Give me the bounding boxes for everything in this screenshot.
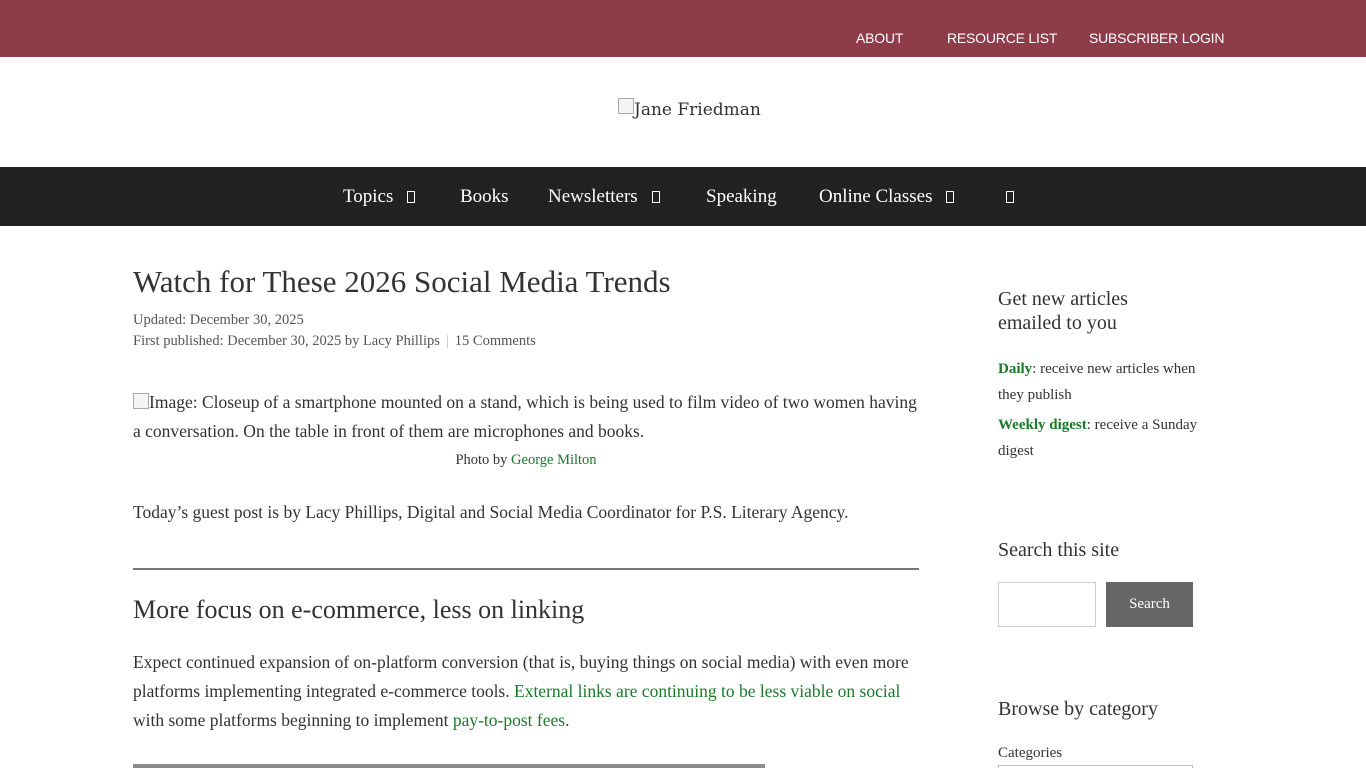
search-input[interactable] xyxy=(998,582,1096,627)
about-link[interactable]: ABOUT xyxy=(856,30,903,46)
article-title: Watch for These 2026 Social Media Trends xyxy=(133,264,671,299)
search-button[interactable]: Search xyxy=(1106,582,1193,627)
image-caption: Photo by George Milton xyxy=(133,452,919,469)
featured-image: Image: Closeup of a smartphone mounted o… xyxy=(133,388,923,446)
categories-label: Categories xyxy=(998,745,1063,761)
newsletter-heading: Get new articles emailed to you xyxy=(998,288,1128,334)
nav-label: Books xyxy=(460,186,509,207)
logo-alt-text: Jane Friedman xyxy=(634,100,761,120)
nav-label: Newsletters xyxy=(548,186,638,207)
browse-heading: Browse by category xyxy=(998,698,1158,720)
dropdown-icon xyxy=(946,191,955,203)
caption-prefix: Photo by xyxy=(455,452,508,468)
resource-list-link[interactable]: RESOURCE LIST xyxy=(947,30,1057,46)
dropdown-icon xyxy=(407,191,416,203)
nav-item-topics[interactable]: Topics xyxy=(343,186,416,208)
main-navigation: Topics Books Newsletters Speaking Online… xyxy=(0,167,1366,226)
nav-label: Topics xyxy=(343,186,394,207)
nav-item-newsletters[interactable]: Newsletters xyxy=(548,186,660,208)
publish-meta: First published: December 30, 2025 by La… xyxy=(133,333,536,350)
comments-link[interactable]: 15 Comments xyxy=(455,333,536,349)
broken-image-icon xyxy=(133,393,149,409)
nav-item-online-classes[interactable]: Online Classes xyxy=(819,186,955,208)
weekly-digest-link[interactable]: Weekly digest xyxy=(998,417,1087,433)
search-icon xyxy=(1006,191,1014,203)
daily-option: Daily: receive new articles when they pu… xyxy=(998,356,1198,408)
broken-image-icon xyxy=(618,98,634,114)
top-utility-bar: ABOUT RESOURCE LIST SUBSCRIBER LOGIN xyxy=(0,0,1366,57)
nav-item-speaking[interactable]: Speaking xyxy=(706,186,777,208)
image-alt-text: Image: Closeup of a smartphone mounted o… xyxy=(133,392,917,441)
site-logo[interactable]: Jane Friedman xyxy=(618,98,761,120)
paragraph-text: . xyxy=(565,710,570,730)
pay-to-post-link[interactable]: pay-to-post fees xyxy=(453,710,565,730)
daily-link[interactable]: Daily xyxy=(998,361,1032,377)
article-paragraph: Expect continued expansion of on-platfor… xyxy=(133,648,923,735)
updated-date: Updated: December 30, 2025 xyxy=(133,312,304,328)
meta-separator: | xyxy=(445,333,449,349)
guest-post-intro: Today’s guest post is by Lacy Phillips, … xyxy=(133,502,849,522)
nav-label: Online Classes xyxy=(819,186,933,207)
cutoff-text-line xyxy=(133,764,765,768)
section-divider xyxy=(133,568,919,570)
next-paragraph-cutoff xyxy=(133,758,923,768)
weekly-option: Weekly digest: receive a Sunday digest xyxy=(998,412,1198,464)
nav-label: Speaking xyxy=(706,186,777,207)
nav-search-toggle[interactable] xyxy=(1006,186,1014,208)
nav-item-books[interactable]: Books xyxy=(460,186,509,208)
first-published: First published: December 30, 2025 by La… xyxy=(133,333,440,349)
dropdown-icon xyxy=(651,191,660,203)
photographer-link[interactable]: George Milton xyxy=(511,452,597,468)
search-heading: Search this site xyxy=(998,539,1120,561)
paragraph-text: with some platforms beginning to impleme… xyxy=(133,710,449,730)
external-links-link[interactable]: External links are continuing to be less… xyxy=(514,681,900,701)
subscriber-login-link[interactable]: SUBSCRIBER LOGIN xyxy=(1089,30,1224,46)
section-heading: More focus on e-commerce, less on linkin… xyxy=(133,595,585,624)
